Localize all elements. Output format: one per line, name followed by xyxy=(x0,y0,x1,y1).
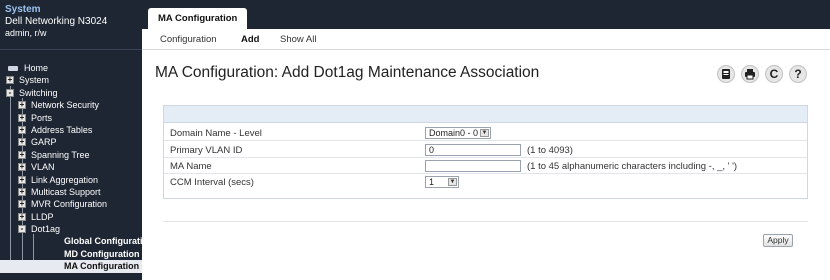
domain-name-level-select[interactable]: Domain0 - 0 ▼ xyxy=(425,127,491,139)
nav-item-address-tables[interactable]: + Address Tables xyxy=(0,124,142,136)
nav-item-garp[interactable]: + GARP xyxy=(0,136,142,148)
home-icon xyxy=(8,66,18,71)
sidebar: System Dell Networking N3024 admin, r/w … xyxy=(0,0,142,280)
field-label: Domain Name - Level xyxy=(170,128,262,139)
expand-icon[interactable]: + xyxy=(18,175,26,184)
nav-tree: Home + System - Switching + Network Secu… xyxy=(0,62,142,273)
nav-item-label: Switching xyxy=(19,87,58,98)
refresh-icon[interactable]: C xyxy=(765,65,783,83)
select-value: 1 xyxy=(429,177,435,187)
nav-item-dot1ag[interactable]: - Dot1ag xyxy=(0,223,142,235)
user-info: admin, r/w xyxy=(5,28,47,38)
refresh-glyph: C xyxy=(769,67,779,81)
nav-item-label: Address Tables xyxy=(31,124,93,135)
device-name: Dell Networking N3024 xyxy=(5,16,108,27)
expand-icon[interactable]: + xyxy=(6,76,14,85)
print-icon[interactable] xyxy=(741,65,759,83)
nav-item-label: Multicast Support xyxy=(31,186,101,197)
chevron-down-icon: ▼ xyxy=(480,129,489,137)
ma-form: Domain Name - Level Domain0 - 0 ▼ Primar… xyxy=(163,105,808,199)
apply-button[interactable]: Apply xyxy=(763,234,793,247)
nav-item-label: Ports xyxy=(31,112,53,123)
select-value: Domain0 - 0 xyxy=(429,128,479,138)
expand-icon[interactable]: + xyxy=(18,125,26,134)
system-label: System xyxy=(5,4,41,15)
form-row-ma-name: MA Name (1 to 45 alphanumeric characters… xyxy=(164,159,807,174)
nav-item-label: LLDP xyxy=(31,211,54,222)
nav-item-label: System xyxy=(19,75,50,86)
nav-item-switching[interactable]: - Switching xyxy=(0,87,142,99)
nav-item-vlan[interactable]: + VLAN xyxy=(0,161,142,173)
chevron-down-icon: ▼ xyxy=(448,178,457,186)
nav-item-label: Link Aggregation xyxy=(31,174,99,185)
nav-item-global-configuration[interactable]: Global Configuratio xyxy=(0,235,142,247)
nav-item-mvr-configuration[interactable]: + MVR Configuration xyxy=(0,198,142,210)
system-header: System Dell Networking N3024 admin, r/w xyxy=(0,0,142,50)
expand-icon[interactable]: + xyxy=(18,113,26,122)
nav-item-link-aggregation[interactable]: + Link Aggregation xyxy=(0,174,142,186)
nav-item-label: Spanning Tree xyxy=(31,149,90,160)
field-label: MA Name xyxy=(170,161,212,172)
collapse-icon[interactable]: - xyxy=(18,225,26,234)
form-row-ccm-interval: CCM Interval (secs) 1 ▼ xyxy=(164,175,807,190)
help-icon[interactable]: ? xyxy=(789,65,807,83)
nav-item-lldp[interactable]: + LLDP xyxy=(0,211,142,223)
page-title: MA Configuration: Add Dot1ag Maintenance… xyxy=(155,64,540,81)
form-row-primary-vlan-id: Primary VLAN ID (1 to 4093) xyxy=(164,143,807,158)
form-row-domain-name-level: Domain Name - Level Domain0 - 0 ▼ xyxy=(164,126,807,141)
nav-item-label: MD Configuration xyxy=(64,248,140,259)
help-book-icon[interactable] xyxy=(717,65,735,83)
expand-icon[interactable]: + xyxy=(18,101,26,110)
expand-icon[interactable]: + xyxy=(18,150,26,159)
subtab-show-all[interactable]: Show All xyxy=(280,29,316,50)
nav-item-network-security[interactable]: + Network Security xyxy=(0,99,142,111)
expand-icon[interactable]: + xyxy=(18,212,26,221)
nav-item-home[interactable]: Home xyxy=(0,62,142,74)
top-tab-bar: MA Configuration xyxy=(142,0,830,29)
nav-item-label: Global Configuratio xyxy=(64,236,142,247)
nav-item-system[interactable]: + System xyxy=(0,74,142,86)
field-hint: (1 to 4093) xyxy=(527,145,573,156)
expand-icon[interactable]: + xyxy=(18,200,26,209)
primary-vlan-id-input[interactable] xyxy=(425,144,521,156)
nav-item-ports[interactable]: + Ports xyxy=(0,112,142,124)
field-label: Primary VLAN ID xyxy=(170,145,243,156)
nav-item-label: MVR Configuration xyxy=(31,199,108,210)
ma-name-input[interactable] xyxy=(425,160,521,172)
collapse-icon[interactable]: - xyxy=(6,88,14,97)
divider xyxy=(163,221,808,222)
nav-item-label: Home xyxy=(24,63,49,73)
expand-icon[interactable]: + xyxy=(18,138,26,147)
nav-item-label: Dot1ag xyxy=(31,224,61,235)
ccm-interval-select[interactable]: 1 ▼ xyxy=(425,176,459,188)
field-hint: (1 to 45 alphanumeric characters includi… xyxy=(527,161,738,172)
nav-item-multicast-support[interactable]: + Multicast Support xyxy=(0,186,142,198)
nav-item-label: Network Security xyxy=(31,100,100,111)
field-label: CCM Interval (secs) xyxy=(170,177,254,188)
form-header xyxy=(164,106,807,123)
expand-icon[interactable]: + xyxy=(18,187,26,196)
nav-item-spanning-tree[interactable]: + Spanning Tree xyxy=(0,149,142,161)
help-glyph: ? xyxy=(794,67,802,81)
nav-item-label: GARP xyxy=(31,137,57,148)
nav-item-label: MA Configuration xyxy=(64,261,140,272)
subtab-add[interactable]: Add xyxy=(241,29,259,50)
subtab-bar: Configuration Add Show All xyxy=(142,29,830,50)
nav-item-label: VLAN xyxy=(31,162,55,173)
nav-item-ma-configuration[interactable]: MA Configuration xyxy=(0,260,142,273)
subtab-configuration[interactable]: Configuration xyxy=(160,29,217,50)
nav-item-md-configuration[interactable]: MD Configuration xyxy=(0,248,142,260)
expand-icon[interactable]: + xyxy=(18,163,26,172)
tab-ma-configuration[interactable]: MA Configuration xyxy=(148,8,248,29)
